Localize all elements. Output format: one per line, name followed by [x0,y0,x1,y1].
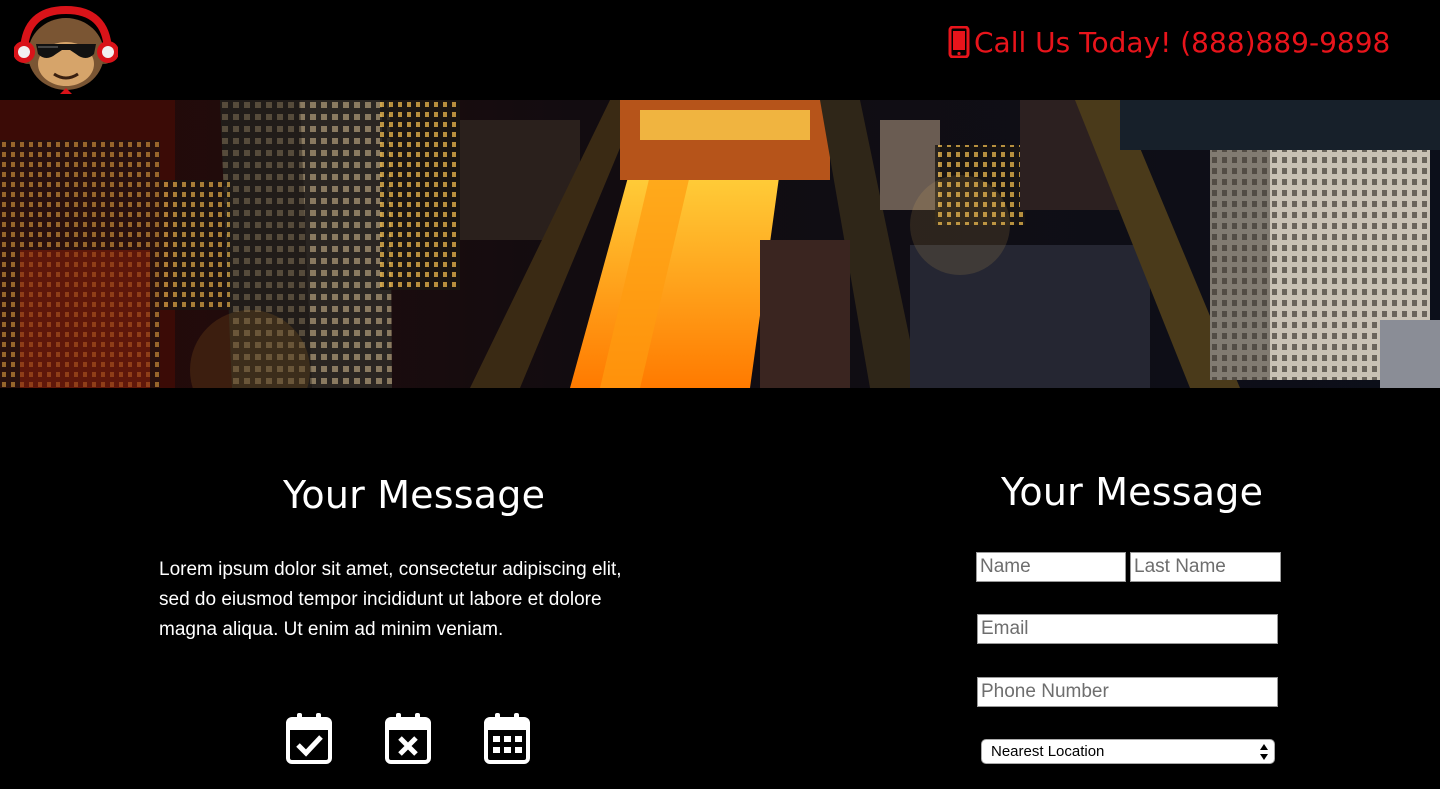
select-arrows-icon [1260,744,1268,760]
calendar-grid-icon[interactable] [484,712,530,764]
last-name-input[interactable] [1130,552,1281,582]
left-section-body: Lorem ipsum dolor sit amet, consectetur … [159,559,622,640]
night-city-aerial-photo [0,100,1440,388]
call-us-link[interactable]: Call Us Today! (888)889-9898 [948,22,1390,62]
nearest-location-select[interactable]: Nearest Location [981,739,1275,764]
form-title: Your Message [1001,470,1264,514]
call-us-text: Call Us Today! (888)889-9898 [974,25,1391,59]
calendar-x-icon[interactable] [385,712,431,764]
nearest-location-value: Nearest Location [991,743,1105,760]
phone-number-input[interactable] [977,677,1278,707]
left-section-title: Your Message [283,473,546,517]
monkey-headphones-logo-icon[interactable] [13,5,119,96]
site-header: Call Us Today! (888)889-9898 [0,0,1440,100]
mobile-phone-icon [948,26,970,58]
calendar-check-icon[interactable] [286,712,332,764]
email-input[interactable] [977,614,1278,644]
first-name-input[interactable] [976,552,1126,582]
